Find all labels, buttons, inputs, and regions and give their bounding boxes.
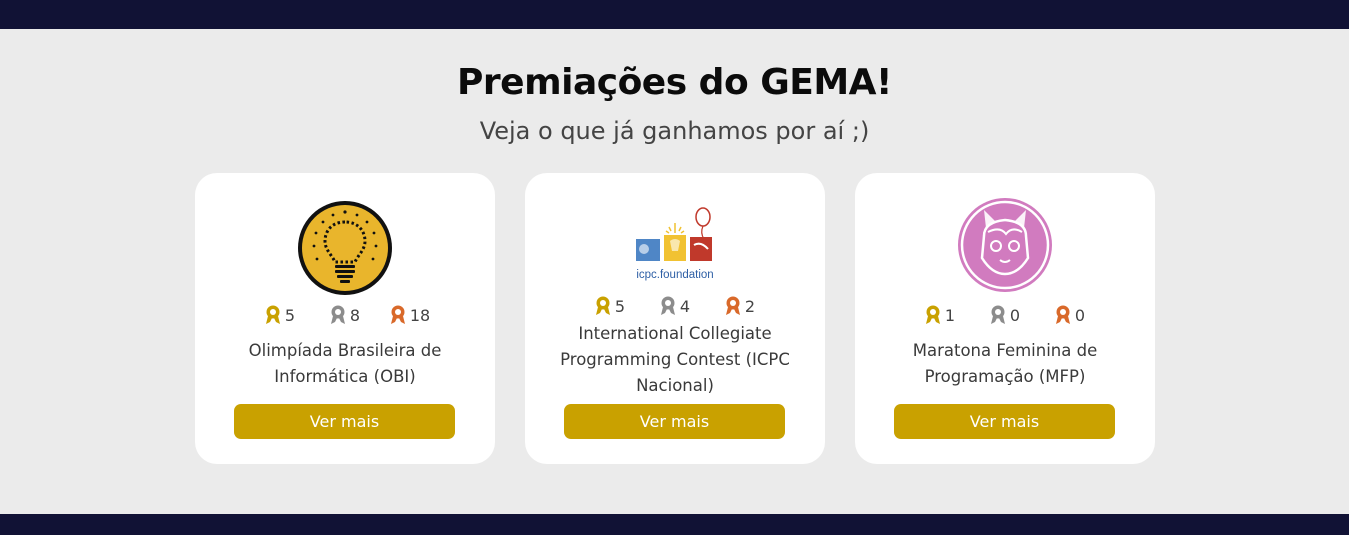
silver-medal-icon [660,296,675,315]
competition-name-line: Maratona Feminina de [912,341,1098,360]
competition-name: International Collegiate Programming Con… [545,321,805,399]
ver-mais-button[interactable]: Ver mais [234,404,455,439]
gold-medal-icon [595,296,610,315]
icpc-logo-text: icpc.foundation [636,269,713,281]
bronze-count: 0 [1074,305,1086,325]
cat-girl-avatar [958,198,1052,292]
bronze-medal-icon [390,305,405,324]
icpc-foundation-logo: icpc.foundation [636,207,714,281]
competition-name-line: Olimpíada Brasileira de [248,341,442,360]
award-card-obi: 5 8 18 Olimpíada Brasileira de Informáti… [195,173,495,464]
competition-name-line: Programming Contest (ICPC [560,350,790,369]
competition-name-line: Programação (MFP) [924,367,1086,386]
page-subtitle: Veja o que já ganhamos por aí ;) [479,117,870,145]
gold-count: 5 [284,305,296,325]
silver-medal-icon [330,305,345,324]
ver-mais-button[interactable]: Ver mais [564,404,785,439]
gold-count: 1 [944,305,956,325]
gold-medal: 5 [578,296,643,316]
page-title: Premiações do GEMA! [457,62,892,103]
competition-name-line: Informática (OBI) [274,367,416,386]
silver-medal: 4 [643,296,708,316]
medals-row: 5 8 18 [195,305,495,325]
medals-row: 5 4 2 [525,296,825,316]
competition-name-line: Nacional) [636,376,714,395]
gold-medal: 1 [908,305,973,325]
silver-count: 0 [1009,305,1021,325]
bronze-medal: 2 [708,296,773,316]
gold-medal-icon [925,305,940,324]
competition-name: Maratona Feminina de Programação (MFP) [875,338,1135,390]
bottom-bar [0,514,1349,535]
award-card-icpc: icpc.foundation 5 4 2 International Coll [525,173,825,464]
silver-medal-icon [990,305,1005,324]
bronze-medal: 0 [1038,305,1103,325]
ver-mais-button[interactable]: Ver mais [894,404,1115,439]
bronze-medal-icon [1055,305,1070,324]
competition-name-line: International Collegiate [578,324,772,343]
bronze-medal-icon [725,296,740,315]
gold-count: 5 [614,296,626,316]
silver-count: 8 [349,305,361,325]
competition-name: Olimpíada Brasileira de Informática (OBI… [215,338,475,390]
gold-medal-icon [265,305,280,324]
top-bar [0,0,1349,29]
bronze-count: 18 [409,305,431,325]
silver-count: 4 [679,296,691,316]
silver-medal: 0 [973,305,1038,325]
gold-medal: 5 [248,305,313,325]
silver-medal: 8 [313,305,378,325]
medals-row: 1 0 0 [855,305,1155,325]
bronze-count: 2 [744,296,756,316]
bronze-medal: 18 [378,305,443,325]
award-card-mfp: 1 0 0 Maratona Feminina de Programação (… [855,173,1155,464]
lightbulb-icon [298,201,392,295]
